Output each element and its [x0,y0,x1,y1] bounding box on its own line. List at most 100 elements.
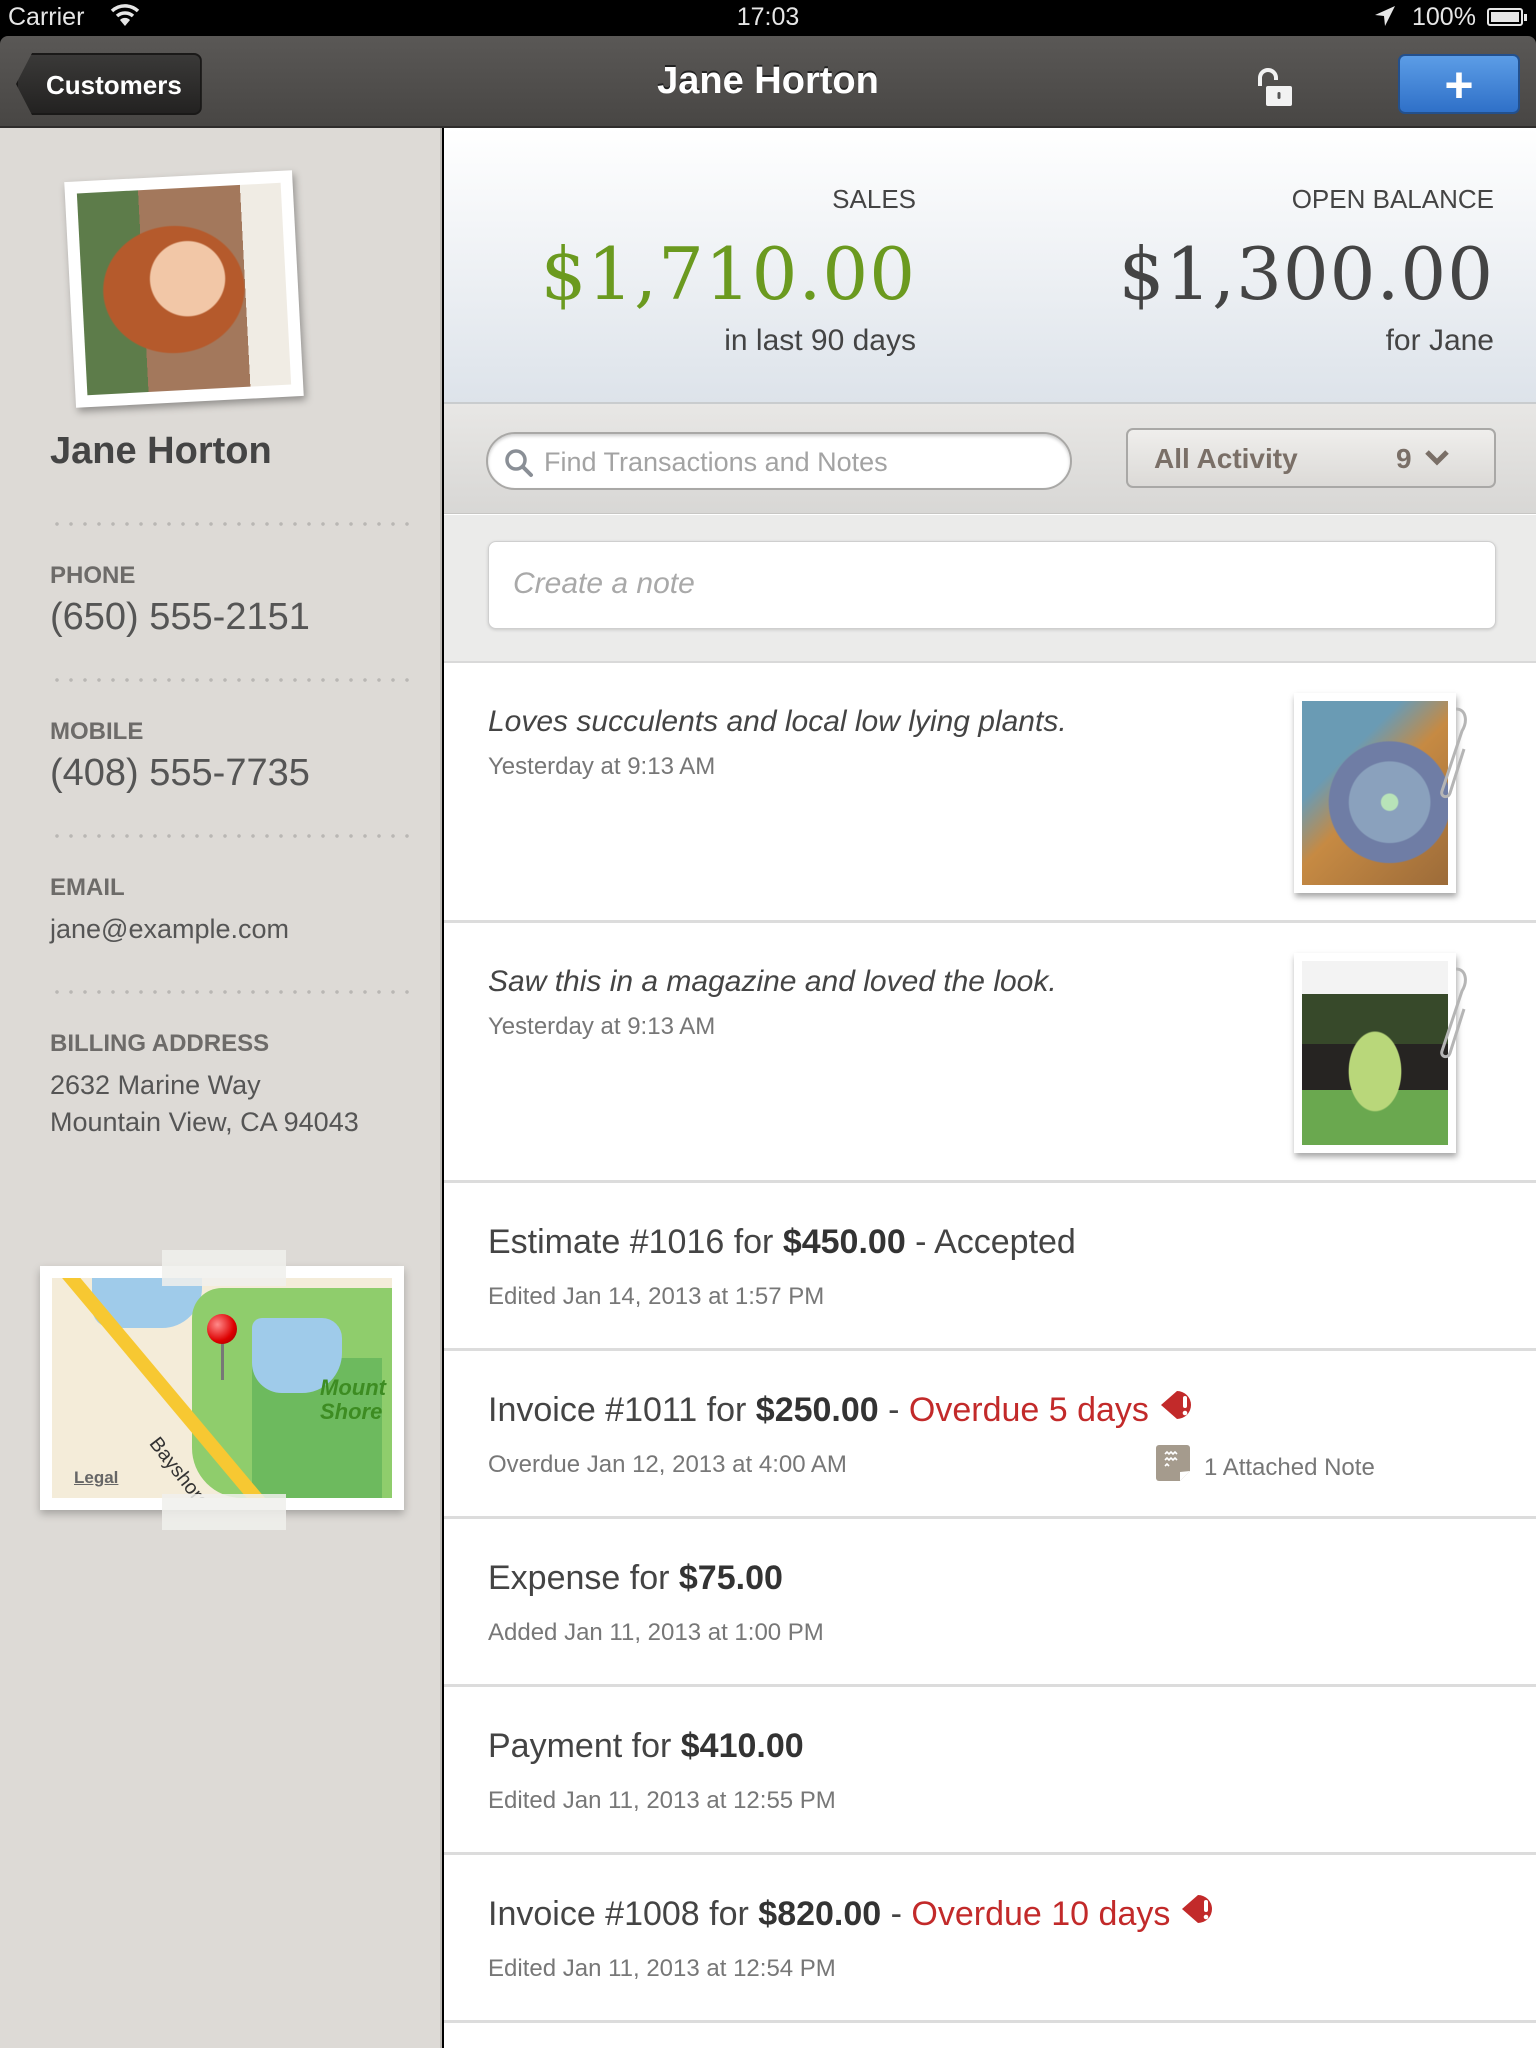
note-attachment-thumbnail[interactable] [1294,953,1467,1153]
note-timestamp: Yesterday at 9:13 AM [488,753,716,780]
chevron-down-icon [1424,448,1450,473]
transaction-row-invoice-1011[interactable]: Invoice #1011 for $250.00 - Overdue 5 da… [444,1351,1536,1519]
tape-decoration [162,1250,286,1286]
transaction-timestamp: Overdue Jan 12, 2013 at 4:00 AM [488,1451,847,1478]
map-pin-stem [221,1342,224,1380]
open-balance-sub: for Jane [1385,324,1494,357]
phone-value[interactable]: (650) 555-2151 [50,596,310,639]
contact-sidebar: Jane Horton PHONE (650) 555-2151 MOBILE … [0,128,442,2048]
attached-note-indicator[interactable]: 1 Attached Note [1156,1445,1375,1490]
transaction-title: Invoice #1008 for $820.00 - Overdue 10 d… [488,1893,1222,1937]
summary-header: SALES $1,710.00 in last 90 days OPEN BAL… [444,128,1536,404]
transaction-type: Estimate #1016 for [488,1223,783,1261]
overdue-alert-icon [1180,1893,1222,1934]
paperclip-icon [1434,701,1474,816]
transaction-title: Invoice #1011 for $250.00 - Overdue 5 da… [488,1389,1201,1433]
sales-amount: $1,710.00 [540,232,916,316]
note-text: Saw this in a magazine and loved the loo… [488,965,1057,998]
activity-filter-dropdown[interactable]: All Activity 9 [1126,428,1496,488]
transaction-type: Payment for [488,1727,681,1765]
note-row[interactable]: Loves succulents and local low lying pla… [444,663,1536,923]
open-balance-amount: $1,300.00 [1118,232,1494,316]
transaction-title: Expense for $75.00 [488,1559,783,1598]
battery-icon [1487,8,1527,26]
transaction-row-expense[interactable]: Expense for $75.00 Added Jan 11, 2013 at… [444,1519,1536,1687]
status-bar: Carrier 17:03 100% [0,0,1536,36]
billing-address-line1[interactable]: 2632 Marine Way [50,1070,261,1101]
map-pin-icon [207,1314,237,1344]
search-input[interactable] [544,442,1044,482]
create-note-input[interactable] [513,564,1453,604]
transaction-amount: $450.00 [782,1223,906,1261]
billing-address-line2[interactable]: Mountain View, CA 94043 [50,1107,359,1138]
filter-count: 9 [1396,443,1412,474]
transaction-row-estimate-1016[interactable]: Estimate #1016 for $450.00 - Accepted Ed… [444,1183,1536,1351]
succulent-photo [1302,701,1448,885]
contact-name: Jane Horton [50,430,272,472]
page-title: Jane Horton [657,60,879,102]
map-park-label: Mount Shore [320,1376,386,1424]
divider [50,522,410,526]
tape-decoration [162,1494,286,1530]
avatar [76,182,292,396]
create-note-field[interactable] [488,541,1496,629]
activity-panel: SALES $1,710.00 in last 90 days OPEN BAL… [444,128,1536,2048]
separator: - [881,1895,912,1933]
divider [50,834,410,838]
map-park-label-line2: Shore [320,1399,383,1424]
filter-label: All Activity [1154,443,1298,474]
map-thumbnail[interactable]: Mount Shore Bayshore Fwy Legal [40,1266,404,1510]
overdue-status: Overdue 10 days [911,1895,1171,1933]
clock: 17:03 [736,3,800,31]
sales-period: in last 90 days [724,324,916,357]
phone-label: PHONE [50,562,136,589]
transaction-timestamp: Edited Jan 11, 2013 at 12:54 PM [488,1955,836,1982]
location-arrow-icon [1373,4,1397,35]
transaction-title: Estimate #1016 for $450.00 - Accepted [488,1223,1076,1262]
transaction-amount: $250.00 [755,1391,879,1429]
add-button[interactable]: + [1398,54,1520,114]
search-field[interactable] [486,432,1072,490]
transaction-status: Accepted [934,1223,1076,1261]
attached-note-label: 1 Attached Note [1204,1453,1375,1481]
note-attachment-thumbnail[interactable] [1294,693,1467,893]
transaction-type: Invoice #1008 for [488,1895,759,1933]
create-note-area [444,515,1536,663]
transaction-timestamp: Edited Jan 14, 2013 at 1:57 PM [488,1283,825,1310]
email-label: EMAIL [50,874,125,901]
transaction-amount: $820.00 [758,1895,882,1933]
divider [50,990,410,994]
note-row[interactable]: Saw this in a magazine and loved the loo… [444,923,1536,1183]
garden-photo [1302,961,1448,1145]
transaction-timestamp: Added Jan 11, 2013 at 1:00 PM [488,1619,824,1646]
sales-label: SALES [832,184,916,214]
billing-address-label: BILLING ADDRESS [50,1030,270,1057]
transaction-amount: $410.00 [680,1727,804,1765]
map: Mount Shore Bayshore Fwy Legal [52,1278,392,1498]
attached-note-icon [1156,1445,1190,1488]
overdue-status: Overdue 5 days [908,1391,1149,1429]
search-icon [504,448,534,483]
transaction-row-payment[interactable]: Payment for $410.00 Edited Jan 11, 2013 … [444,1687,1536,1855]
transaction-title: Payment for $410.00 [488,1727,804,1766]
email-value[interactable]: jane@example.com [50,914,289,945]
filter-toolbar: All Activity 9 [444,404,1536,514]
separator: - [905,1223,935,1261]
divider [50,678,410,682]
transaction-timestamp: Edited Jan 11, 2013 at 12:55 PM [488,1787,836,1814]
transaction-type: Invoice #1011 for [488,1391,756,1429]
map-legal-link[interactable]: Legal [74,1468,118,1488]
contact-photo[interactable] [64,170,304,408]
transaction-row-invoice-1008[interactable]: Invoice #1008 for $820.00 - Overdue 10 d… [444,1855,1536,2023]
navigation-bar: Customers Jane Horton + [0,36,1536,128]
overdue-alert-icon [1159,1389,1201,1430]
open-balance-label: OPEN BALANCE [1291,184,1494,214]
map-park-label-line1: Mount [320,1375,386,1400]
plus-icon: + [1444,57,1474,113]
transaction-amount: $75.00 [678,1559,783,1597]
unlock-icon[interactable] [1254,66,1298,110]
note-text: Loves succulents and local low lying pla… [488,705,1067,738]
battery-percent: 100% [1412,3,1476,31]
mobile-value[interactable]: (408) 555-7735 [50,752,310,795]
paperclip-icon [1434,961,1474,1076]
